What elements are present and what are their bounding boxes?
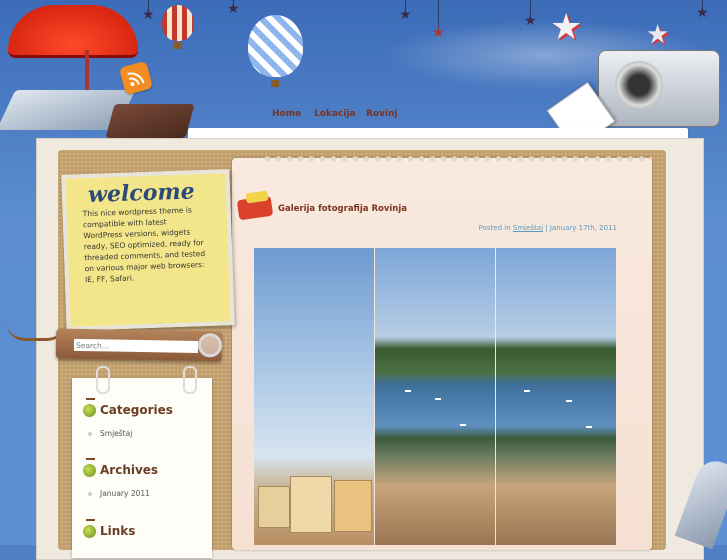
welcome-title: welcome: [87, 178, 196, 209]
star-decoration-icon: ★: [524, 13, 537, 29]
photo-boat: [435, 398, 441, 400]
photo-boat: [586, 426, 592, 428]
nav-item-lokacija[interactable]: Lokacija: [314, 109, 356, 119]
star-decoration-icon: ★: [432, 25, 445, 41]
paper-top-dots: [262, 154, 652, 164]
star-decoration-icon: ★: [696, 5, 709, 21]
photo-boat: [524, 390, 530, 392]
post-meta: Posted in Smještaj | January 17th, 2011: [479, 224, 617, 232]
photo-boat: [566, 400, 572, 402]
search-box: [55, 328, 223, 362]
beach-chair-2: [105, 104, 195, 138]
search-icon[interactable]: [197, 333, 223, 358]
photo-building: [258, 486, 290, 528]
acorn-icon: [83, 464, 96, 477]
photo-building: [334, 480, 372, 532]
big-star-icon: ★: [550, 7, 583, 48]
meta-separator: |: [545, 224, 548, 232]
list-bullet: [88, 492, 92, 496]
beach-umbrella: [8, 5, 138, 58]
big-star-icon: ★: [646, 20, 670, 50]
search-input[interactable]: [73, 338, 199, 354]
photo-boat: [460, 424, 466, 426]
star-decoration-icon: ★: [227, 1, 240, 17]
welcome-note: welcome This nice wordpress theme is com…: [61, 169, 235, 331]
category-link[interactable]: Smještaj: [100, 429, 132, 438]
photo-building: [290, 476, 332, 533]
paper-clip-icon: [183, 366, 197, 394]
post-date: January 17th, 2011: [549, 224, 617, 232]
balloon-basket: [271, 80, 279, 87]
nav-item-home[interactable]: Home: [272, 109, 301, 119]
gallery-photo[interactable]: [496, 248, 616, 545]
balloon-basket: [174, 42, 182, 49]
star-string: [438, 0, 439, 28]
hot-air-balloon-icon: [162, 5, 194, 41]
widget-title-categories: Categories: [100, 403, 173, 417]
posted-in-label: Posted in: [478, 224, 511, 232]
widget-title-links: Links: [100, 524, 136, 538]
archive-link[interactable]: January 2011: [100, 489, 150, 498]
photo-boat: [405, 390, 411, 392]
welcome-text: This nice wordpress theme is compatible …: [82, 205, 206, 285]
acorn-icon: [83, 525, 96, 538]
widget-title-archives: Archives: [100, 463, 159, 477]
post-title[interactable]: Galerija fotografija Rovinja: [278, 204, 407, 214]
star-decoration-icon: ★: [142, 7, 155, 23]
photo-gallery: [254, 248, 616, 545]
hot-air-balloon-icon: [248, 15, 303, 77]
gallery-photo[interactable]: [254, 248, 374, 545]
camera-icon: [598, 50, 720, 127]
nav-item-rovinj[interactable]: Rovinj: [366, 109, 398, 119]
acorn-icon: [83, 404, 96, 417]
gallery-photo[interactable]: [375, 248, 495, 545]
post-category-link[interactable]: Smještaj: [513, 224, 543, 232]
paper-clip-icon: [96, 366, 110, 394]
main-nav: Home Lokacija Rovinj: [248, 104, 558, 126]
list-bullet: [88, 432, 92, 436]
camera-lens: [615, 61, 663, 109]
star-decoration-icon: ★: [399, 7, 412, 23]
photo-album-icon: [236, 190, 274, 221]
